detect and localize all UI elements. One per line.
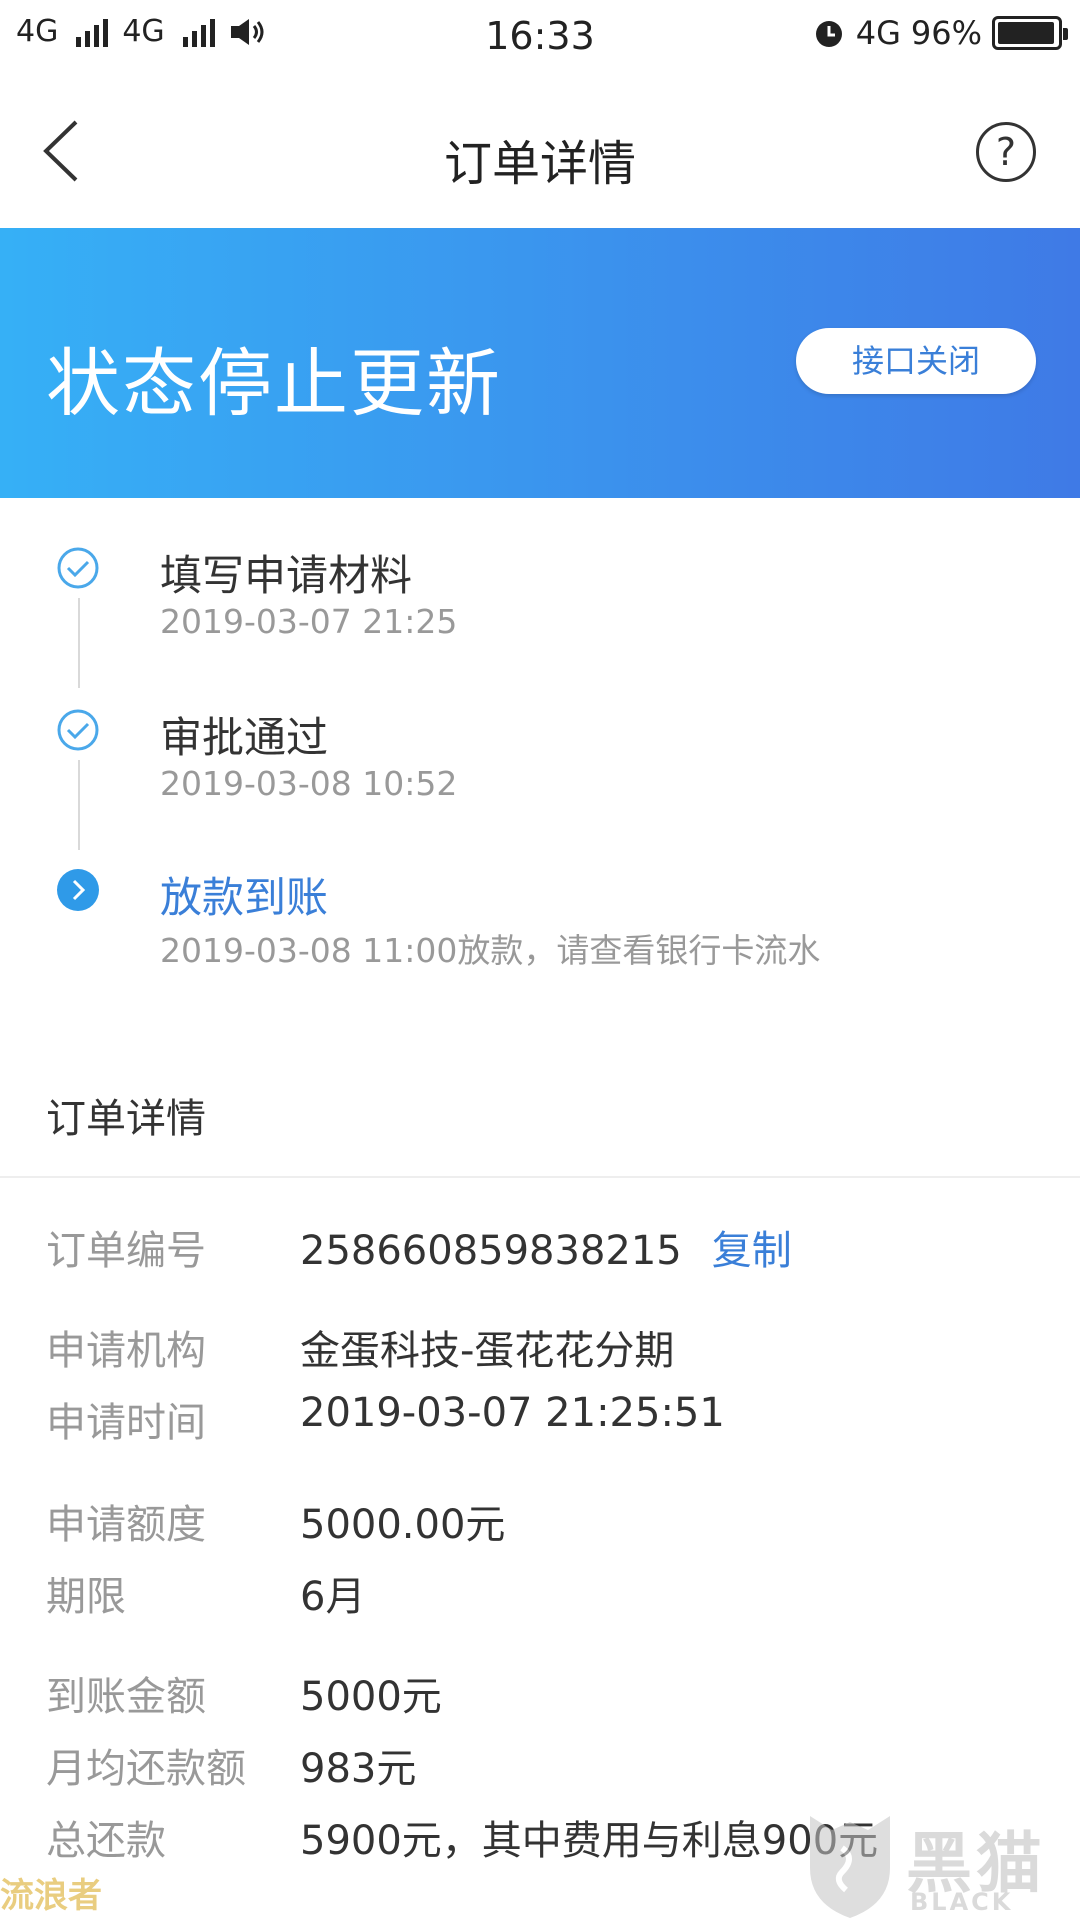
detail-row-received: 到账金额 5000元 — [0, 1664, 1080, 1724]
detail-label: 申请额度 — [46, 1502, 206, 1548]
divider — [0, 1176, 1080, 1178]
cat-shield-logo — [810, 1816, 890, 1918]
status-right: 4G 96% — [812, 14, 1068, 52]
detail-value: 258660859838215 复制 — [300, 1218, 792, 1276]
detail-label: 月均还款额 — [46, 1746, 246, 1792]
nav-bar: 订单详情 ? — [0, 74, 1080, 228]
detail-value: 5000.00元 — [300, 1502, 506, 1548]
progress-timeline: 填写申请材料 2019-03-07 21:25 审批通过 2019-03-08 … — [0, 498, 1080, 1018]
copy-button[interactable]: 复制 — [712, 1228, 792, 1274]
page-title: 订单详情 — [443, 136, 636, 192]
step-time: 2019-03-07 21:25 — [160, 602, 458, 641]
detail-label: 到账金额 — [46, 1674, 206, 1720]
help-icon[interactable]: ? — [976, 122, 1036, 182]
check-circle-icon — [57, 709, 99, 751]
detail-label: 申请时间 — [46, 1400, 206, 1446]
detail-label: 订单编号 — [46, 1228, 206, 1274]
watermark-text: 流浪者 — [0, 1876, 102, 1916]
battery-fill — [998, 22, 1054, 44]
detail-row-institution: 申请机构 金蛋科技-蛋花花分期 — [0, 1318, 1080, 1378]
timeline-connector — [78, 598, 80, 688]
detail-row-amount: 申请额度 5000.00元 — [0, 1492, 1080, 1552]
detail-value: 5000元 — [300, 1674, 442, 1720]
detail-value: 金蛋科技-蛋花花分期 — [300, 1328, 675, 1374]
detail-label: 总还款 — [46, 1818, 166, 1864]
interface-closed-button[interactable]: 接口关闭 — [796, 328, 1036, 394]
detail-value: 5900元，其中费用与利息900元 — [300, 1818, 879, 1864]
network-label: 4G — [855, 14, 901, 52]
check-circle-icon — [57, 547, 99, 589]
detail-row-apply-time: 申请时间 2019-03-07 21:25:51 — [0, 1390, 1080, 1450]
status-bar: 4G 4G 16:33 4G 96% — [0, 0, 1080, 74]
status-banner: 状态停止更新 接口关闭 — [0, 228, 1080, 498]
order-status-text: 状态停止更新 — [46, 341, 502, 427]
watermark-brand-en: BLACK CAT — [910, 1888, 1014, 1920]
detail-value: 983元 — [300, 1746, 417, 1792]
step-time: 2019-03-08 10:52 — [160, 764, 458, 803]
detail-label: 申请机构 — [46, 1328, 206, 1374]
alarm-icon — [815, 21, 842, 47]
detail-row-term: 期限 6月 — [0, 1564, 1080, 1624]
step-title: 填写申请材料 — [160, 551, 413, 600]
arrow-right-circle-icon — [57, 869, 99, 911]
blackcat-watermark: 黑猫 BLACK CAT — [802, 1808, 1072, 1920]
detail-row-monthly: 月均还款额 983元 — [0, 1736, 1080, 1796]
battery-percent: 96% — [910, 14, 982, 52]
detail-value: 6月 — [300, 1574, 366, 1620]
step-time: 2019-03-08 11:00放款，请查看银行卡流水 — [160, 931, 821, 970]
order-number: 258660859838215 — [300, 1228, 682, 1274]
detail-label: 期限 — [46, 1574, 126, 1620]
step-title: 放款到账 — [160, 873, 329, 922]
detail-value: 2019-03-07 21:25:51 — [300, 1390, 725, 1436]
battery-icon — [992, 16, 1068, 50]
step-title: 审批通过 — [160, 713, 329, 762]
section-title: 订单详情 — [46, 1096, 206, 1142]
detail-row-order-no: 订单编号 258660859838215 复制 — [0, 1218, 1080, 1278]
timeline-connector — [78, 760, 80, 850]
